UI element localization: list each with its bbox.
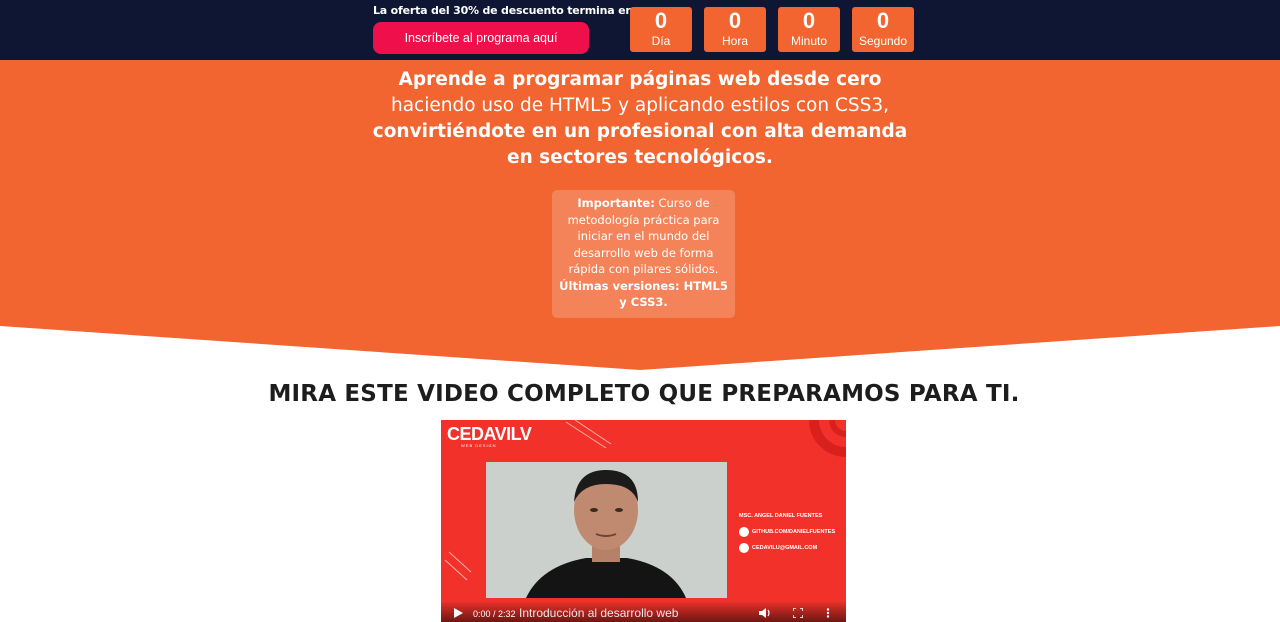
countdown-hours-label: Hora [721,34,748,48]
volume-icon[interactable] [759,608,771,618]
email-icon [739,543,749,553]
countdown-days-label: Día [651,34,671,48]
note-versions: Últimas versiones: HTML5 y CSS3. [559,278,728,310]
top-bar: La oferta del 30% de descuento termina e… [0,0,1280,60]
countdown-minutes-value: 0 [802,8,816,33]
video-time: 0:00 / 2:32 [473,609,516,619]
countdown-days-value: 0 [654,8,668,33]
countdown-days: 0 Día [630,7,692,52]
play-icon[interactable] [454,608,463,618]
note-label: Importante: [577,196,655,210]
brand-logo-subtitle: WEB DESIGN [461,443,497,448]
hero-line-3: convirtiéndote en un profesional con alt… [372,121,908,142]
hero-headline: Aprende a programar páginas web desde ce… [340,67,940,171]
hero-line-4: en sectores tecnológicos. [507,147,773,168]
hero-line-1: Aprende a programar páginas web desde ce… [398,69,882,90]
github-link: GITHUB.COM/DANIELFUENTES [739,527,835,537]
important-note: Importante: Curso de metodología práctic… [552,190,735,318]
email-text: CEDAVILU@GMAIL.COM [752,545,818,551]
video-player[interactable]: CEDAVILV WEB DESIGN MSC. ANGEL DANIEL FU… [441,420,846,622]
countdown-hours: 0 Hora [704,7,766,52]
countdown-seconds-value: 0 [876,8,890,33]
offer-text: La oferta del 30% de descuento termina e… [373,4,638,17]
countdown-seconds-label: Segundo [858,34,908,48]
countdown-minutes-label: Minuto [790,34,828,48]
presenter-name: MSC. ANGEL DANIEL FUENTES [739,513,823,519]
hero-line-2: haciendo uso de HTML5 y aplicando estilo… [390,95,890,116]
presenter-image [486,462,727,598]
enroll-button[interactable]: Inscríbete al programa aquí [373,22,589,54]
video-section-title: MIRA ESTE VIDEO COMPLETO QUE PREPARAMOS … [268,381,1020,407]
more-options-icon[interactable] [826,608,830,618]
presenter-frame [486,462,727,598]
brand-logo: CEDAVILV [447,424,532,444]
video-controls: 0:00 / 2:32 Introducción al desarrollo w… [441,602,846,622]
countdown-minutes: 0 Minuto [778,7,840,52]
video-caption: Introducción al desarrollo web [519,606,679,620]
countdown-seconds: 0 Segundo [852,7,914,52]
email-link: CEDAVILU@GMAIL.COM [739,543,817,553]
github-text: GITHUB.COM/DANIELFUENTES [752,529,836,535]
countdown-hours-value: 0 [728,8,742,33]
github-icon [739,527,749,537]
fullscreen-icon[interactable] [793,608,803,618]
